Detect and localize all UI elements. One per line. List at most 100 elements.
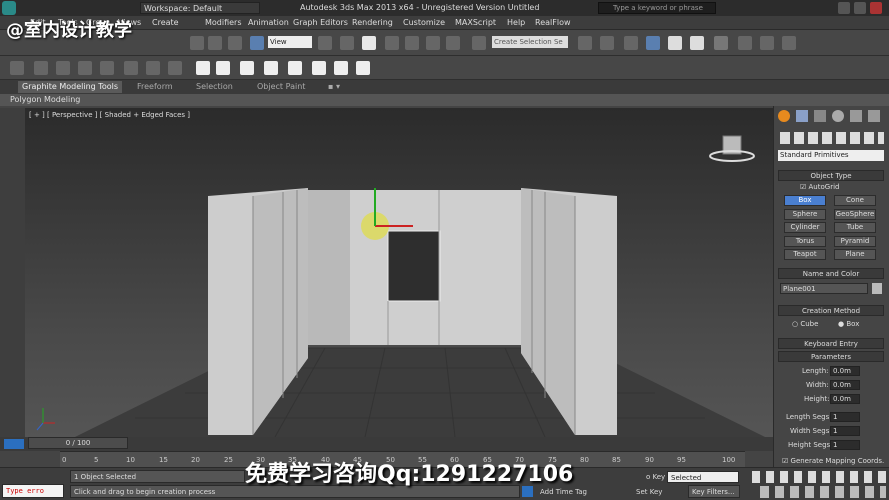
render-setup-icon[interactable] — [738, 36, 752, 50]
key-filters-button[interactable]: Key Filters... — [688, 485, 740, 498]
minimize-button[interactable] — [838, 2, 850, 14]
menu-customize[interactable]: Customize — [403, 18, 445, 27]
material-icon-2[interactable] — [216, 61, 230, 75]
menu-maxscript[interactable]: MAXScript — [455, 18, 496, 27]
tab-polygon-modeling[interactable]: Polygon Modeling — [10, 95, 80, 104]
rendered-frame-icon[interactable] — [760, 36, 774, 50]
spinner-snap-icon[interactable] — [446, 36, 460, 50]
material-icon-5[interactable] — [288, 61, 302, 75]
object-color-swatch[interactable] — [872, 283, 882, 294]
menu-realflow[interactable]: RealFlow — [535, 18, 571, 27]
name-color-header[interactable]: Name and Color — [778, 268, 884, 279]
time-slider[interactable]: 0 / 100 — [28, 437, 128, 449]
material-icon-1[interactable] — [196, 61, 210, 75]
menu-modifiers[interactable]: Modifiers — [205, 18, 242, 27]
mirror-icon[interactable] — [578, 36, 592, 50]
key-mode-select[interactable]: Selected — [667, 471, 739, 483]
material-icon-3[interactable] — [240, 61, 254, 75]
add-time-tag-button[interactable]: Add Time Tag — [540, 488, 587, 496]
select-manipulate-icon[interactable] — [340, 36, 354, 50]
object-name-field[interactable]: Plane001 — [780, 283, 868, 294]
tab-object-paint[interactable]: Object Paint — [257, 82, 305, 91]
undo-icon[interactable] — [190, 36, 204, 50]
material-icon-7[interactable] — [334, 61, 348, 75]
primitive-category-select[interactable]: Standard Primitives — [778, 150, 884, 161]
tool-icon-5[interactable] — [100, 61, 114, 75]
tab-graphite-modeling-tools[interactable]: Graphite Modeling Tools — [18, 81, 123, 93]
menu-graph-editors[interactable]: Graph Editors — [293, 18, 348, 27]
move-icon[interactable] — [208, 36, 222, 50]
graphite-toggle-icon[interactable] — [646, 36, 660, 50]
length-segs-spinner[interactable]: 1 — [830, 412, 860, 422]
selection-set-field[interactable]: Create Selection Se — [492, 36, 568, 48]
viewport-nav-controls[interactable] — [760, 486, 886, 498]
workspace-select[interactable]: Workspace: Default — [140, 2, 260, 14]
parameters-header[interactable]: Parameters — [778, 351, 884, 362]
tab-selection[interactable]: Selection — [196, 82, 233, 91]
height-segs-spinner[interactable]: 1 — [830, 440, 860, 450]
box-button[interactable]: Box — [784, 195, 826, 206]
ribbon-options-icon[interactable]: ▪ ▾ — [328, 82, 340, 91]
perspective-viewport[interactable]: [ + ] [ Perspective ] [ Shaded + Edged F… — [25, 108, 773, 437]
cube-radio[interactable]: ○ Cube — [792, 320, 818, 328]
teapot-button[interactable]: Teapot — [784, 249, 826, 260]
playback-controls[interactable] — [752, 471, 886, 483]
align-icon[interactable] — [600, 36, 614, 50]
sphere-button[interactable]: Sphere — [784, 209, 826, 220]
geosphere-button[interactable]: GeoSphere — [834, 209, 876, 220]
maximize-button[interactable] — [854, 2, 866, 14]
scale-icon[interactable] — [250, 36, 264, 50]
modify-tab-icon[interactable] — [796, 110, 808, 122]
utilities-tab-icon[interactable] — [868, 110, 880, 122]
menu-rendering[interactable]: Rendering — [352, 18, 393, 27]
tool-icon-2[interactable] — [34, 61, 48, 75]
app-logo-icon[interactable] — [2, 1, 16, 15]
plane-button[interactable]: Plane — [834, 249, 876, 260]
display-tab-icon[interactable] — [850, 110, 862, 122]
length-spinner[interactable]: 0.0m — [830, 366, 860, 376]
hierarchy-tab-icon[interactable] — [814, 110, 826, 122]
box-radio[interactable]: ● Box — [838, 320, 859, 328]
cylinder-button[interactable]: Cylinder — [784, 222, 826, 233]
render-production-icon[interactable] — [782, 36, 796, 50]
pyramid-button[interactable]: Pyramid — [834, 236, 876, 247]
named-selection-icon[interactable] — [472, 36, 486, 50]
height-spinner[interactable]: 0.0m — [830, 394, 860, 404]
creation-method-header[interactable]: Creation Method — [778, 305, 884, 316]
tool-icon-8[interactable] — [168, 61, 182, 75]
close-button[interactable] — [870, 2, 882, 14]
generate-mapping-checkbox[interactable]: ☑ Generate Mapping Coords. — [782, 457, 884, 465]
maxscript-listener[interactable]: Type erro — [2, 484, 64, 498]
tool-icon-3[interactable] — [56, 61, 70, 75]
material-icon-6[interactable] — [312, 61, 326, 75]
curve-editor-icon[interactable] — [668, 36, 682, 50]
tool-icon-1[interactable] — [10, 61, 24, 75]
rotate-icon[interactable] — [228, 36, 242, 50]
autogrid-checkbox[interactable]: ☑ AutoGrid — [800, 183, 839, 191]
schematic-view-icon[interactable] — [690, 36, 704, 50]
create-tab-icon[interactable] — [778, 110, 790, 122]
mini-curve-icon[interactable] — [4, 439, 24, 449]
width-spinner[interactable]: 0.0m — [830, 380, 860, 390]
menu-animation[interactable]: Animation — [248, 18, 289, 27]
material-icon-4[interactable] — [264, 61, 278, 75]
cone-button[interactable]: Cone — [834, 195, 876, 206]
search-input[interactable]: Type a keyword or phrase — [598, 2, 716, 14]
snap-toggle-icon[interactable] — [385, 36, 399, 50]
object-type-header[interactable]: Object Type — [778, 170, 884, 181]
tool-icon-7[interactable] — [146, 61, 160, 75]
material-editor-icon[interactable] — [714, 36, 728, 50]
pivot-icon[interactable] — [318, 36, 332, 50]
keyboard-entry-header[interactable]: Keyboard Entry — [778, 338, 884, 349]
layer-manager-icon[interactable] — [624, 36, 638, 50]
tab-freeform[interactable]: Freeform — [137, 82, 173, 91]
torus-button[interactable]: Torus — [784, 236, 826, 247]
tube-button[interactable]: Tube — [834, 222, 876, 233]
percent-snap-icon[interactable] — [426, 36, 440, 50]
menu-help[interactable]: Help — [507, 18, 525, 27]
menu-create[interactable]: Create — [152, 18, 179, 27]
angle-snap-icon[interactable] — [405, 36, 419, 50]
width-segs-spinner[interactable]: 1 — [830, 426, 860, 436]
motion-tab-icon[interactable] — [832, 110, 844, 122]
keyboard-shortcut-icon[interactable] — [362, 36, 376, 50]
